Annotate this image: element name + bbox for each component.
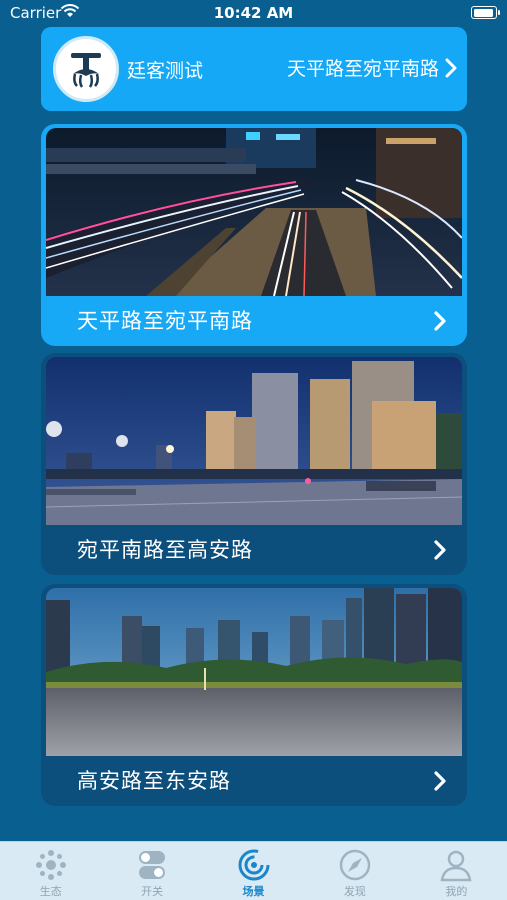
tab-label: 我的 [445,885,468,898]
tab-bar: 生态 开关 场景 发现 我的 [0,841,507,900]
current-route-label: 天平路至宛平南路 [286,58,439,80]
user-icon [440,850,472,882]
user-route-header[interactable]: 廷客测试 天平路至宛平南路 [41,27,467,111]
tab-label: 生态 [39,885,62,898]
tab-label: 场景 [242,885,265,898]
scene-label: 天平路至宛平南路 [77,309,253,333]
tab-switch[interactable]: 开关 [101,842,202,900]
scene-card[interactable]: 高安路至东安路 [41,584,467,806]
tab-discover[interactable]: 发现 [304,842,405,900]
chevron-right-icon [434,311,446,331]
status-bar: Carrier 10:42 AM [0,0,507,26]
scene-label: 宛平南路至高安路 [77,538,253,562]
switch-icon [139,851,166,879]
scene-label: 高安路至东安路 [77,769,231,793]
scene-icon [238,849,270,881]
scene-card[interactable]: 天平路至宛平南路 [41,124,467,346]
tab-scene[interactable]: 场景 [203,842,304,900]
tab-label: 发现 [343,885,366,898]
tab-label: 开关 [141,885,164,898]
clock: 10:42 AM [213,4,294,22]
jellyfish-logo-icon [71,53,101,88]
ecology-icon [35,850,66,880]
battery-icon [471,6,500,19]
scene-card[interactable]: 宛平南路至高安路 [41,353,467,575]
user-name: 廷客测试 [127,60,204,82]
scene-photo-highway [46,128,462,296]
current-route-link[interactable]: 天平路至宛平南路 [287,54,457,81]
tab-me[interactable]: 我的 [406,842,507,900]
scene-photo-riverside [46,357,462,525]
tab-ecology[interactable]: 生态 [0,842,101,900]
chevron-right-icon [445,58,457,77]
chevron-right-icon [434,771,446,791]
chevron-right-icon [434,540,446,560]
compass-icon [339,849,371,881]
avatar[interactable] [53,36,119,102]
scene-photo-skyline [46,588,462,756]
